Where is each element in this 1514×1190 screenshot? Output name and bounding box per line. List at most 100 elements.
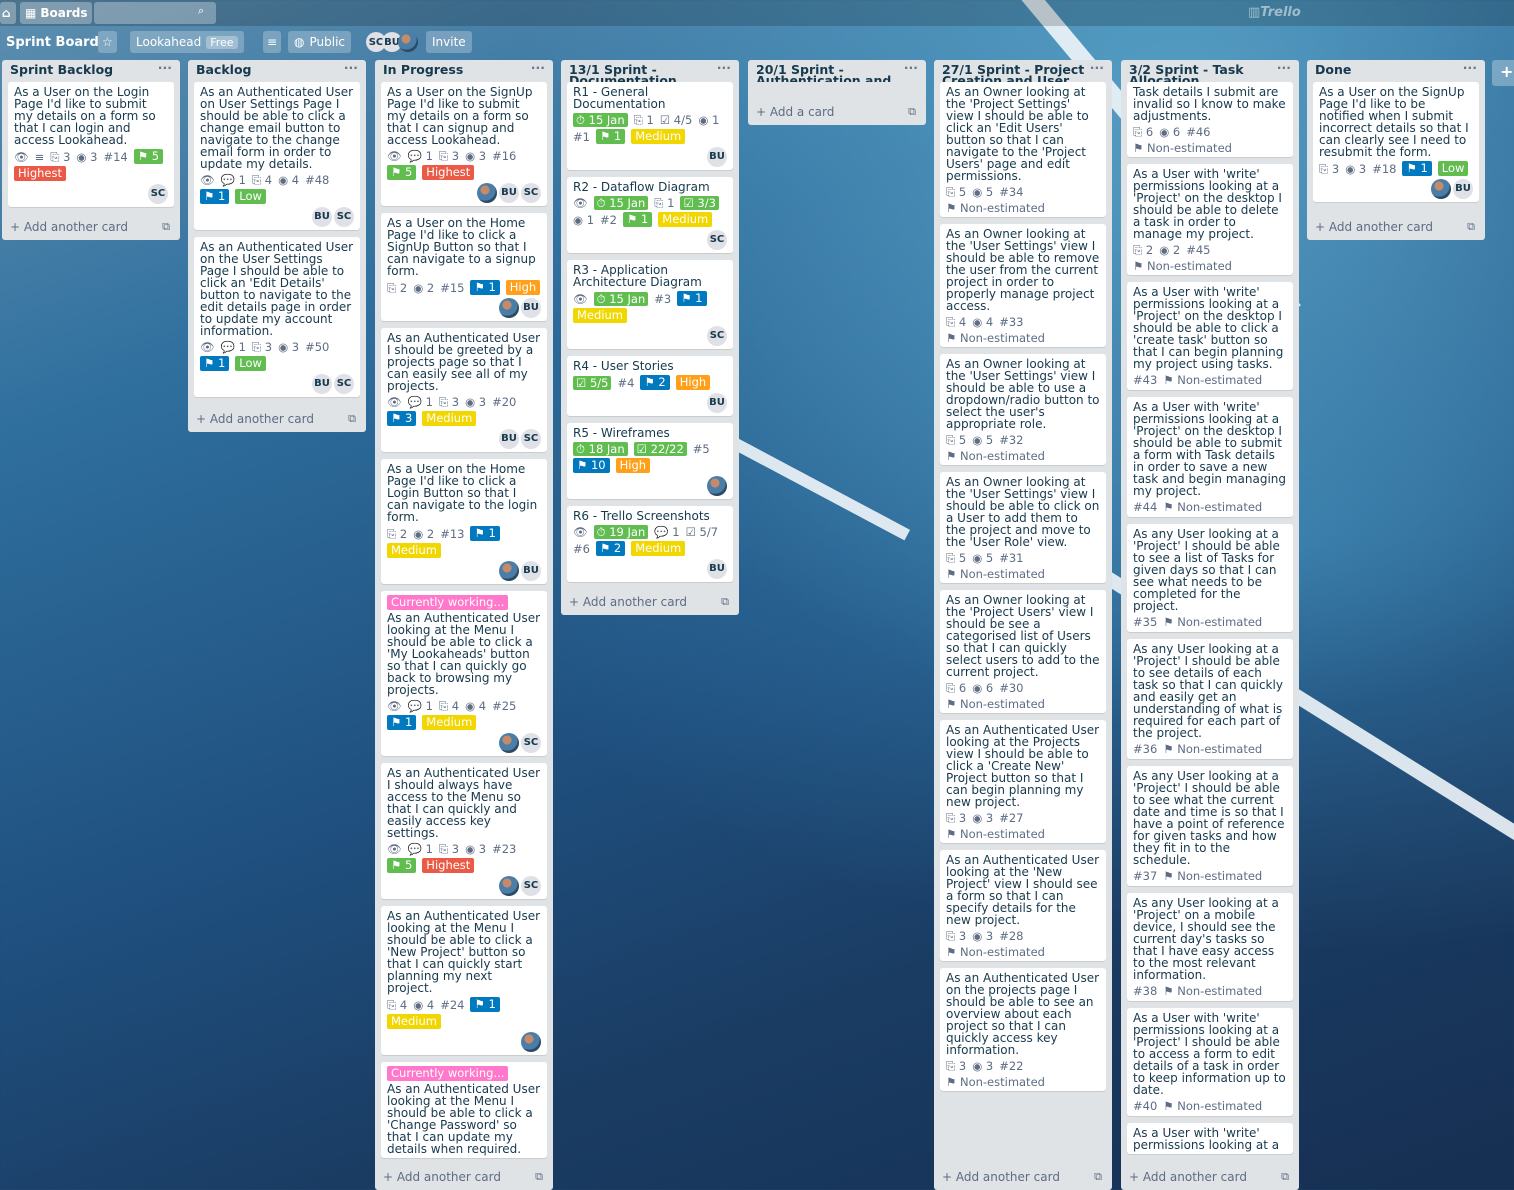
- list-title[interactable]: In Progress: [383, 63, 545, 76]
- list-menu-icon[interactable]: ···: [531, 61, 545, 74]
- add-card-button[interactable]: + Add another card ⧉: [1121, 1166, 1299, 1188]
- list-menu-icon[interactable]: ···: [717, 61, 731, 74]
- card[interactable]: As an Authenticated User I should be gre…: [381, 328, 547, 452]
- card[interactable]: As an Authenticated User on User Setting…: [194, 82, 360, 230]
- list-header[interactable]: 27/1 Sprint - Project Creation and User …: [934, 60, 1112, 82]
- member-avatar[interactable]: [499, 561, 519, 581]
- card[interactable]: As a User on the Login Page I'd like to …: [8, 82, 174, 207]
- card[interactable]: As a User on the SignUp Page I'd like to…: [1313, 82, 1479, 202]
- card[interactable]: As any User looking at a 'Project' I sho…: [1127, 766, 1293, 886]
- card[interactable]: As an Owner looking at the 'Project Sett…: [940, 82, 1106, 217]
- add-card-button[interactable]: + Add a card ⧉: [748, 101, 926, 123]
- list-title[interactable]: Done: [1315, 63, 1477, 76]
- card[interactable]: As any User looking at a 'Project' I sho…: [1127, 639, 1293, 759]
- add-list-button[interactable]: +: [1492, 60, 1514, 86]
- add-card-button[interactable]: + Add another card ⧉: [934, 1166, 1112, 1188]
- card[interactable]: As an Authenticated User on the User Set…: [194, 237, 360, 397]
- member-avatar[interactable]: SC: [521, 429, 541, 449]
- board-title[interactable]: Sprint Board: [0, 31, 105, 53]
- member-avatar[interactable]: [499, 876, 519, 896]
- card-template-icon[interactable]: ⧉: [721, 595, 729, 609]
- member-avatar[interactable]: BU: [312, 374, 332, 394]
- card[interactable]: As any User looking at a 'Project' I sho…: [1127, 524, 1293, 632]
- card[interactable]: As an Owner looking at the 'User Setting…: [940, 354, 1106, 465]
- member-avatar[interactable]: BU: [499, 183, 519, 203]
- add-card-button[interactable]: + Add another card ⧉: [561, 591, 739, 613]
- member-avatar[interactable]: BU: [312, 207, 332, 227]
- list-menu-icon[interactable]: ···: [1463, 61, 1477, 74]
- list-title[interactable]: 27/1 Sprint - Project Creation and User …: [942, 63, 1104, 82]
- list-title[interactable]: Backlog: [196, 63, 358, 76]
- card[interactable]: As a User on the Home Page I'd like to c…: [381, 459, 547, 584]
- card[interactable]: As an Authenticated User looking at the …: [940, 850, 1106, 961]
- card-template-icon[interactable]: ⧉: [162, 220, 170, 234]
- member-avatar[interactable]: SC: [334, 374, 354, 394]
- member-avatar[interactable]: SC: [521, 876, 541, 896]
- member-avatar[interactable]: BU: [521, 561, 541, 581]
- card[interactable]: R6 - Trello Screenshots 👁 ⏱ 19 Jan 💬 1 ☑ 5/7…: [567, 506, 733, 582]
- card[interactable]: As an Owner looking at the 'User Setting…: [940, 472, 1106, 583]
- trello-logo[interactable]: ▥Trello: [1248, 5, 1301, 20]
- card[interactable]: As a User with 'write' permissions looki…: [1127, 164, 1293, 275]
- member-avatar[interactable]: BU: [707, 559, 727, 579]
- member-avatar[interactable]: [707, 476, 727, 496]
- member-avatar[interactable]: [499, 733, 519, 753]
- list-header[interactable]: 20/1 Sprint - Authentication and Interfa…: [748, 60, 926, 82]
- member-avatar[interactable]: [499, 298, 519, 318]
- search-icon[interactable]: ⌕: [198, 4, 204, 18]
- card[interactable]: As an Authenticated User looking at the …: [381, 906, 547, 1055]
- card[interactable]: R2 - Dataflow Diagram 👁 ⏱ 15 Jan ⎘ 1 ☑ 3/3 ◉ …: [567, 177, 733, 253]
- card-template-icon[interactable]: ⧉: [348, 412, 356, 426]
- list-menu-icon[interactable]: ···: [344, 61, 358, 74]
- list-header[interactable]: Done ···: [1307, 60, 1485, 82]
- card-template-icon[interactable]: ⧉: [1467, 220, 1475, 234]
- list-header[interactable]: 13/1 Sprint - Documentation (Done)···: [561, 60, 739, 82]
- list-menu-icon[interactable]: ···: [1090, 61, 1104, 74]
- member-avatar[interactable]: BU: [707, 393, 727, 413]
- add-card-button[interactable]: + Add another card ⧉: [1307, 216, 1485, 238]
- card[interactable]: R5 - Wireframes ⏱ 18 Jan ☑ 22/22 #5 ⚑ 10 High: [567, 423, 733, 499]
- member-avatar-photo[interactable]: [398, 32, 418, 52]
- card[interactable]: Currently working... As an Authenticated …: [381, 1062, 547, 1158]
- card[interactable]: As a User with 'write' permissions looki…: [1127, 1008, 1293, 1116]
- member-avatar[interactable]: SC: [148, 184, 168, 204]
- add-card-button[interactable]: + Add another card ⧉: [375, 1166, 553, 1188]
- menu-list-icon[interactable]: ≡: [263, 31, 282, 53]
- visibility-button[interactable]: ◍ Public: [288, 31, 351, 53]
- invite-button[interactable]: Invite: [426, 31, 472, 53]
- list-header[interactable]: In Progress ···: [375, 60, 553, 82]
- member-avatar[interactable]: SC: [707, 230, 727, 250]
- member-avatar[interactable]: SC: [521, 183, 541, 203]
- card[interactable]: Currently working... As an Authenticated …: [381, 591, 547, 756]
- member-avatar[interactable]: SC: [334, 207, 354, 227]
- add-card-button[interactable]: + Add another card ⧉: [2, 216, 180, 238]
- card[interactable]: As an Authenticated User I should always…: [381, 763, 547, 899]
- card-template-icon[interactable]: ⧉: [1281, 1170, 1289, 1184]
- card[interactable]: As a User on the Home Page I'd like to c…: [381, 213, 547, 321]
- card-template-icon[interactable]: ⧉: [908, 105, 916, 119]
- home-icon[interactable]: ⌂: [0, 2, 16, 24]
- member-avatar[interactable]: [1431, 179, 1451, 199]
- card[interactable]: R4 - User Stories ☑ 5/5 #4 ⚑ 2 High BU: [567, 356, 733, 416]
- member-avatar[interactable]: SC: [521, 733, 541, 753]
- list-menu-icon[interactable]: ···: [904, 61, 918, 74]
- star-icon[interactable]: ☆: [98, 31, 117, 53]
- list-title[interactable]: 3/2 Sprint - Task Allocation: [1129, 63, 1291, 82]
- member-avatar[interactable]: [521, 1032, 541, 1052]
- card[interactable]: As a User with 'write' permissions looki…: [1127, 282, 1293, 390]
- member-avatar[interactable]: BU: [707, 147, 727, 167]
- member-avatar[interactable]: SC: [707, 326, 727, 346]
- member-avatar[interactable]: BU: [521, 298, 541, 318]
- list-menu-icon[interactable]: ···: [1277, 61, 1291, 74]
- team-button[interactable]: Lookahead Free: [130, 31, 244, 53]
- list-title[interactable]: 13/1 Sprint - Documentation (Done): [569, 63, 731, 82]
- member-avatar[interactable]: BU: [499, 429, 519, 449]
- card[interactable]: Task details I submit are invalid so I k…: [1127, 82, 1293, 157]
- list-title[interactable]: 20/1 Sprint - Authentication and Interfa…: [756, 63, 918, 82]
- list-title[interactable]: Sprint Backlog: [10, 63, 172, 76]
- card[interactable]: As an Authenticated User on the projects…: [940, 968, 1106, 1091]
- card[interactable]: As an Owner looking at the 'Project User…: [940, 590, 1106, 713]
- card-template-icon[interactable]: ⧉: [1094, 1170, 1102, 1184]
- member-avatar[interactable]: BU: [1453, 179, 1473, 199]
- boards-button[interactable]: ▦ Boards: [20, 2, 93, 24]
